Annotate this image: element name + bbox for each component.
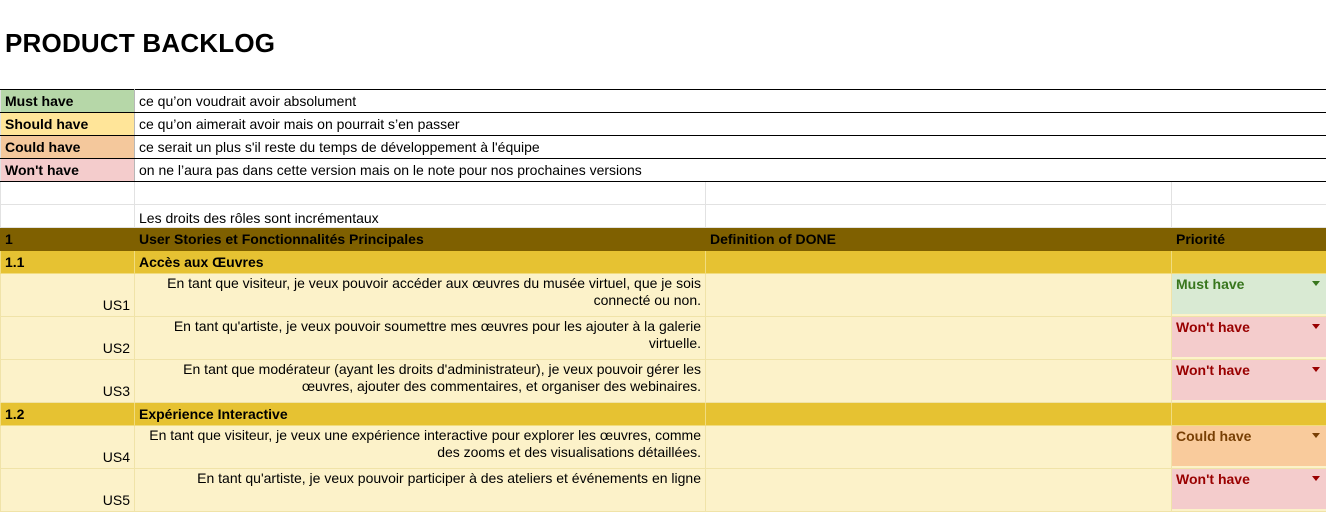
cell[interactable] xyxy=(1172,403,1326,426)
cell[interactable] xyxy=(706,182,1172,205)
priority-value: Won't have xyxy=(1176,471,1250,487)
legend-label[interactable]: Should have xyxy=(1,113,135,136)
legend-row-must: Must have ce qu’on voudrait avoir absolu… xyxy=(1,90,1326,113)
priority-cell[interactable]: Could have xyxy=(1172,426,1326,469)
dropdown-arrow-icon[interactable] xyxy=(1312,324,1320,329)
story-row: US4 En tant que visiteur, je veux une ex… xyxy=(1,426,1326,469)
story-text[interactable]: En tant que visiteur, je veux pouvoir ac… xyxy=(135,274,706,317)
priority-dropdown[interactable]: Won't have xyxy=(1172,360,1326,400)
story-id[interactable]: US4 xyxy=(1,426,135,469)
story-text[interactable]: En tant que visiteur, je veux une expéri… xyxy=(135,426,706,469)
legend-desc[interactable]: ce qu’on aimerait avoir mais on pourrait… xyxy=(135,113,1326,136)
priority-value: Won't have xyxy=(1176,319,1250,335)
legend-desc[interactable]: on ne l’aura pas dans cette version mais… xyxy=(135,159,1326,182)
story-id[interactable]: US3 xyxy=(1,360,135,403)
cell[interactable] xyxy=(1,205,135,228)
done-cell[interactable] xyxy=(706,317,1172,360)
story-id[interactable]: US1 xyxy=(1,274,135,317)
section-num[interactable]: 1.1 xyxy=(1,251,135,274)
priority-dropdown[interactable]: Won't have xyxy=(1172,317,1326,357)
legend-row-should: Should have ce qu’on aimerait avoir mais… xyxy=(1,113,1326,136)
cell[interactable] xyxy=(1172,205,1326,228)
done-cell[interactable] xyxy=(706,360,1172,403)
priority-dropdown[interactable]: Must have xyxy=(1172,274,1326,314)
cell[interactable] xyxy=(706,403,1172,426)
priority-value: Won't have xyxy=(1176,362,1250,378)
priority-dropdown[interactable]: Won't have xyxy=(1172,469,1326,509)
legend-desc[interactable]: ce serait un plus s'il reste du temps de… xyxy=(135,136,1326,159)
section-title[interactable]: Expérience Interactive xyxy=(135,403,706,426)
header-num[interactable]: 1 xyxy=(1,228,135,251)
story-text[interactable]: En tant qu'artiste, je veux pouvoir soum… xyxy=(135,317,706,360)
dropdown-arrow-icon[interactable] xyxy=(1312,433,1320,438)
legend-row-wont: Won't have on ne l’aura pas dans cette v… xyxy=(1,159,1326,182)
header-done[interactable]: Definition of DONE xyxy=(706,228,1172,251)
done-cell[interactable] xyxy=(706,274,1172,317)
story-row: US2 En tant qu'artiste, je veux pouvoir … xyxy=(1,317,1326,360)
blank-row xyxy=(1,182,1326,205)
roles-note[interactable]: Les droits des rôles sont incrémentaux xyxy=(135,205,706,228)
section-title[interactable]: Accès aux Œuvres xyxy=(135,251,706,274)
cell[interactable] xyxy=(1,182,135,205)
priority-cell[interactable]: Won't have xyxy=(1172,360,1326,403)
story-text[interactable]: En tant que modérateur (ayant les droits… xyxy=(135,360,706,403)
done-cell[interactable] xyxy=(706,426,1172,469)
backlog-sheet: Must have ce qu’on voudrait avoir absolu… xyxy=(0,89,1326,512)
cell[interactable] xyxy=(706,251,1172,274)
legend-row-could: Could have ce serait un plus s'il reste … xyxy=(1,136,1326,159)
priority-dropdown[interactable]: Could have xyxy=(1172,426,1326,466)
note-row: Les droits des rôles sont incrémentaux xyxy=(1,205,1326,228)
story-id[interactable]: US2 xyxy=(1,317,135,360)
story-row: US1 En tant que visiteur, je veux pouvoi… xyxy=(1,274,1326,317)
legend-label[interactable]: Could have xyxy=(1,136,135,159)
priority-cell[interactable]: Won't have xyxy=(1172,317,1326,360)
priority-cell[interactable]: Must have xyxy=(1172,274,1326,317)
cell[interactable] xyxy=(1172,251,1326,274)
section-num[interactable]: 1.2 xyxy=(1,403,135,426)
legend-desc[interactable]: ce qu’on voudrait avoir absolument xyxy=(135,90,1326,113)
page-title: PRODUCT BACKLOG xyxy=(5,28,275,59)
dropdown-arrow-icon[interactable] xyxy=(1312,281,1320,286)
priority-value: Could have xyxy=(1176,428,1251,444)
header-row: 1 User Stories et Fonctionnalités Princi… xyxy=(1,228,1326,251)
section-row: 1.1 Accès aux Œuvres xyxy=(1,251,1326,274)
dropdown-arrow-icon[interactable] xyxy=(1312,367,1320,372)
header-priority[interactable]: Priorité xyxy=(1172,228,1326,251)
legend-label[interactable]: Must have xyxy=(1,90,135,113)
priority-value: Must have xyxy=(1176,276,1244,292)
cell[interactable] xyxy=(706,205,1172,228)
header-stories[interactable]: User Stories et Fonctionnalités Principa… xyxy=(135,228,706,251)
story-row: US3 En tant que modérateur (ayant les dr… xyxy=(1,360,1326,403)
cell[interactable] xyxy=(135,182,706,205)
cell[interactable] xyxy=(1172,182,1326,205)
dropdown-arrow-icon[interactable] xyxy=(1312,476,1320,481)
section-row: 1.2 Expérience Interactive xyxy=(1,403,1326,426)
legend-label[interactable]: Won't have xyxy=(1,159,135,182)
